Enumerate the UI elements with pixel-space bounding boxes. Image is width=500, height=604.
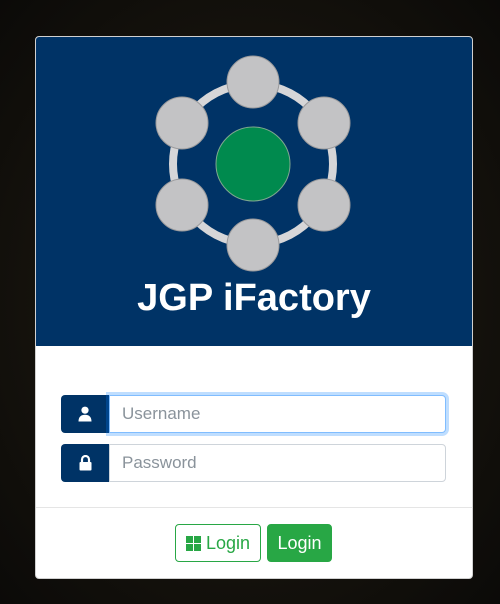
- footer-divider: [36, 507, 472, 508]
- login-button[interactable]: Login: [267, 524, 332, 562]
- username-input[interactable]: [109, 395, 446, 433]
- app-title: JGP iFactory: [137, 277, 371, 319]
- login-label: Login: [277, 532, 322, 553]
- login-card: JGP iFactory Login Login: [35, 36, 473, 579]
- password-addon: [61, 444, 109, 482]
- password-input[interactable]: [109, 444, 446, 482]
- user-icon: [78, 406, 92, 422]
- username-row: [61, 395, 446, 433]
- username-addon: [61, 395, 109, 433]
- microsoft-login-button[interactable]: Login: [175, 524, 261, 562]
- windows-icon: [185, 535, 201, 551]
- password-row: [61, 444, 446, 482]
- microsoft-login-label: Login: [205, 532, 251, 553]
- brand-header: JGP iFactory: [36, 37, 472, 346]
- lock-icon: [79, 455, 91, 471]
- network-logo-icon: [155, 55, 351, 272]
